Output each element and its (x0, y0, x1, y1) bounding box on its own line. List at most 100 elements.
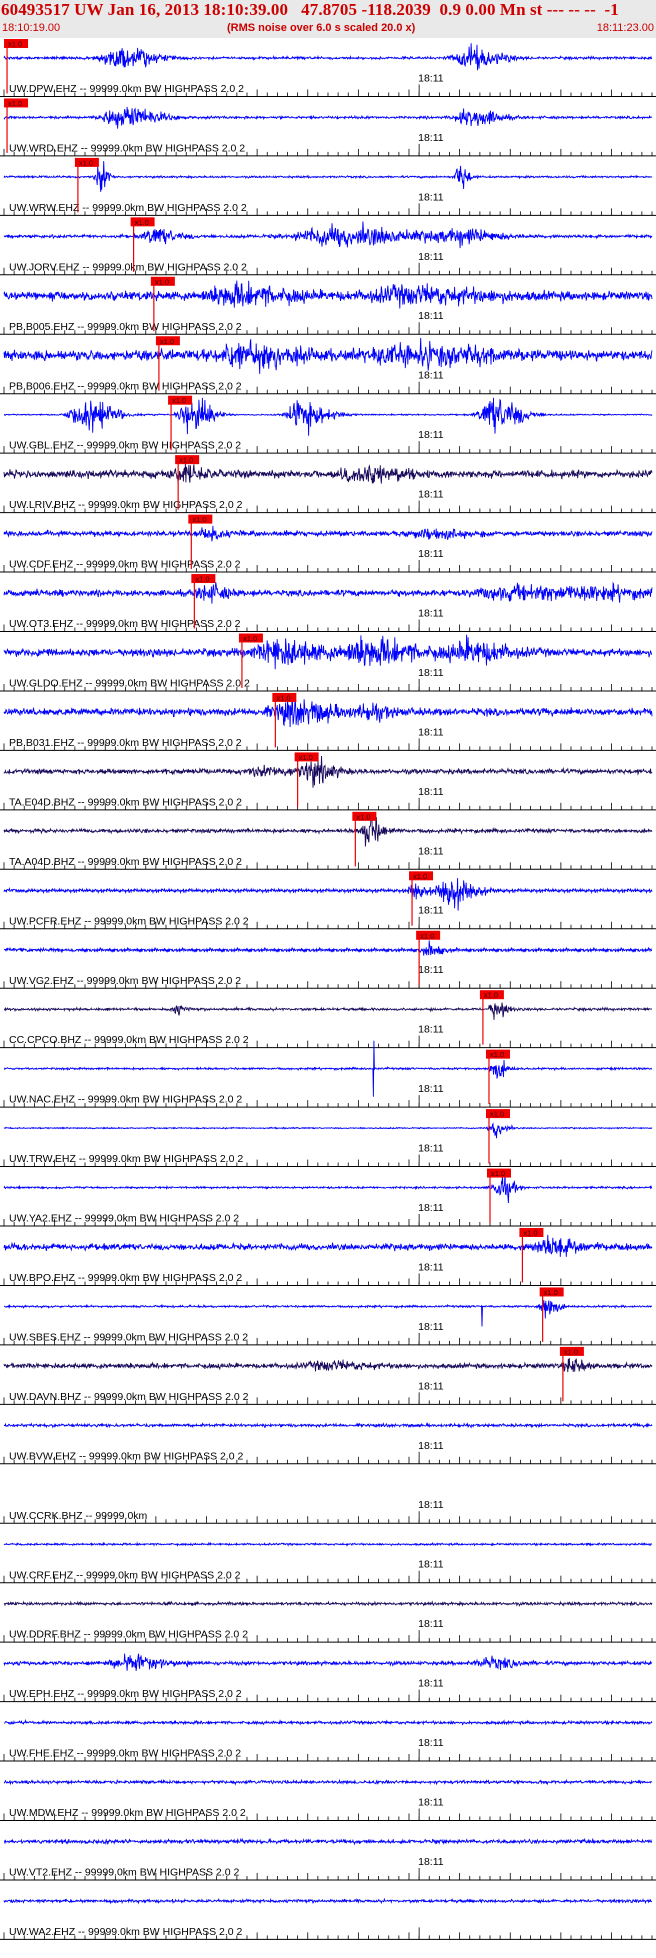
plot-header: 60493517 UW Jan 16, 2013 18:10:39.00 47.… (0, 0, 656, 38)
pick-flag-label: x1.0 (192, 515, 206, 524)
minute-tick-label: 18:11 (418, 1737, 444, 1749)
waveform-trace (3, 1837, 653, 1846)
channel-label: UW.GLDO.EHZ -- 99999.0km BW HIGHPASS 2.0… (9, 678, 250, 690)
waveform-trace (3, 693, 653, 728)
channel-row: 18:11 UW.VT2.EHZ -- 99999.0km BW HIGHPASS… (0, 1837, 656, 1881)
channel-label: UW.VT2.EHZ -- 99999.0km BW HIGHPASS 2.0 … (9, 1867, 239, 1879)
minute-tick-label: 18:11 (418, 1083, 444, 1095)
channel-row: 18:11 UW.MDW.EHZ -- 99999.0km BW HIGHPASS… (0, 1778, 656, 1822)
channel-label: UW.WA2.EHZ -- 99999.0km BW HIGHPASS 2.0 … (9, 1926, 243, 1938)
pick-flag-label: x1.0 (523, 1229, 537, 1238)
pick-flag-label: x1.0 (243, 634, 257, 643)
minute-tick-label: 18:11 (418, 1797, 444, 1809)
channel-row: 18:11 UW.WRW.EHZ -- 99999.0km BW HIGHPASS… (0, 157, 656, 216)
channel-label: UW.CCRK.BHZ -- 99999.0km (9, 1510, 148, 1522)
channel-label: UW.TRW.EHZ -- 99999.0km BW HIGHPASS 2.0 … (9, 1153, 243, 1165)
channel-row: 18:11 TA.A04D.BHZ -- 99999.0km BW HIGHPAS… (0, 811, 656, 870)
minute-tick-label: 18:11 (418, 786, 444, 798)
channel-row: 18:11 UW.WRD.EHZ -- 99999.0km BW HIGHPASS… (0, 98, 656, 157)
pick-flag-label: x1.0 (490, 1110, 504, 1119)
channel-row: 18:11 UW.TRW.EHZ -- 99999.0km BW HIGHPASS… (0, 1109, 656, 1168)
minute-tick-label: 18:11 (418, 905, 444, 917)
channel-label: UW.CRF.EHZ -- 99999.0km BW HIGHPASS 2.0 … (9, 1569, 241, 1581)
channel-label: UW.SBES.EHZ -- 99999.0km BW HIGHPASS 2.0… (9, 1331, 248, 1343)
pick-flag-label: x1.0 (172, 396, 186, 405)
waveform-trace (3, 1897, 653, 1905)
channel-label: UW.GBL.EHZ -- 99999.0km BW HIGHPASS 2.0 … (9, 440, 241, 452)
channel-row: 18:11 UW.PCFR.EHZ -- 99999.0km BW HIGHPAS… (0, 871, 656, 930)
pick-flag-label: x1.0 (79, 158, 93, 167)
waveform-trace (3, 1040, 653, 1097)
channel-row: 18:11 PB.B005.EHZ -- 99999.0km BW HIGHPAS… (0, 276, 656, 335)
channel-label: UW.VG2.EHZ -- 99999.0km BW HIGHPASS 2.0 … (9, 975, 241, 987)
waveform-trace (3, 816, 653, 847)
minute-tick-label: 18:11 (418, 1202, 444, 1214)
minute-tick-label: 18:11 (418, 1559, 444, 1571)
waveform-trace (3, 221, 653, 249)
channel-label: UW.EPH.EHZ -- 99999.0km BW HIGHPASS 2.0 … (9, 1688, 242, 1700)
channel-label: UW.NAC.EHZ -- 99999.0km BW HIGHPASS 2.0 … (9, 1094, 242, 1106)
waveform-trace (3, 43, 653, 71)
minute-tick-label: 18:11 (418, 132, 444, 144)
scaling-subtitle: (RMS noise over 6.0 s scaled 20.0 x) (227, 22, 416, 34)
minute-tick-label: 18:11 (418, 72, 444, 84)
start-time-label: 18:10:19.00 (2, 22, 61, 34)
minute-tick-label: 18:11 (418, 548, 444, 560)
channel-label: PB.B006.EHZ -- 99999.0km BW HIGHPASS 2.0… (9, 380, 242, 392)
channel-row: 18:11 CC.CPCO.BHZ -- 99999.0km BW HIGHPAS… (0, 990, 656, 1049)
pick-flag-label: x1.0 (490, 1050, 504, 1059)
channel-label: UW.WRW.EHZ -- 99999.0km BW HIGHPASS 2.0 … (9, 202, 247, 214)
minute-tick-label: 18:11 (418, 370, 444, 382)
waveform-trace (3, 1653, 653, 1671)
minute-tick-label: 18:11 (418, 1024, 444, 1036)
channel-label: UW.OT3.EHZ -- 99999.0km BW HIGHPASS 2.0 … (9, 618, 241, 630)
channel-row: 18:11 UW.DDRF.BHZ -- 99999.0km BW HIGHPAS… (0, 1600, 656, 1643)
channel-label: UW.BPO.EHZ -- 99999.0km BW HIGHPASS 2.0 … (9, 1272, 242, 1284)
pick-flag-label: x1.0 (544, 1288, 558, 1297)
channel-row: 18:11 UW.LRIV.BHZ -- 99999.0km BW HIGHPAS… (0, 455, 656, 514)
minute-tick-label: 18:11 (418, 667, 444, 679)
channel-label: TA.A04D.BHZ -- 99999.0km BW HIGHPASS 2.0… (9, 856, 242, 868)
pick-flag-label: x1.0 (195, 575, 209, 584)
pick-flag-label: x1.0 (420, 931, 434, 940)
channel-row: 18:11 TA.E04D.BHZ -- 99999.0km BW HIGHPAS… (0, 752, 656, 811)
minute-tick-label: 18:11 (418, 1143, 444, 1155)
pick-flag-label: x1.0 (491, 1169, 505, 1178)
channel-row: 18:11 UW.BPO.EHZ -- 99999.0km BW HIGHPASS… (0, 1228, 656, 1286)
channel-label: PB.B005.EHZ -- 99999.0km BW HIGHPASS 2.0… (9, 321, 242, 333)
waveform-trace (3, 1600, 653, 1608)
channel-label: UW.CDF.EHZ -- 99999.0km BW HIGHPASS 2.0 … (9, 559, 241, 571)
seismogram-panel: 18:11 UW.DPW.EHZ -- 99999.0km BW HIGHPASS… (0, 39, 656, 1940)
channel-row: 18:11 UW.BVW.EHZ -- 99999.0km BW HIGHPASS… (0, 1422, 656, 1465)
minute-tick-label: 18:11 (418, 1618, 444, 1630)
pick-flag-label: x1.0 (484, 991, 498, 1000)
minute-tick-label: 18:11 (418, 1321, 444, 1333)
channel-row: 18:11 UW.VG2.EHZ -- 99999.0km BW HIGHPASS… (0, 930, 656, 989)
waveform-trace (3, 1422, 653, 1429)
channel-row: UW.WA2.EHZ -- 99999.0km BW HIGHPASS 2.0 … (0, 1897, 656, 1940)
pick-flag-label: x1.0 (160, 337, 174, 346)
waveform-trace (3, 1778, 653, 1786)
waveform-trace (3, 755, 653, 788)
channel-label: UW.YA2.EHZ -- 99999.0km BW HIGHPASS 2.0 … (9, 1213, 239, 1225)
channel-row: 18:11 UW.SBES.EHZ -- 99999.0km BW HIGHPAS… (0, 1287, 656, 1346)
channel-label: UW.MDW.EHZ -- 99999.0km BW HIGHPASS 2.0 … (9, 1807, 246, 1819)
waveform-trace (3, 1541, 652, 1547)
channel-row: 18:11 UW.NAC.EHZ -- 99999.0km BW HIGHPASS… (0, 1040, 656, 1108)
channel-label: CC.CPCO.BHZ -- 99999.0km BW HIGHPASS 2.0… (9, 1034, 249, 1046)
pick-flag-label: x1.0 (179, 456, 193, 465)
channel-row: 18:11 UW.OT3.EHZ -- 99999.0km BW HIGHPASS… (0, 574, 656, 632)
minute-tick-label: 18:11 (418, 964, 444, 976)
minute-tick-label: 18:11 (418, 1440, 444, 1452)
channel-label: UW.BVW.EHZ -- 99999.0km BW HIGHPASS 2.0 … (9, 1450, 244, 1462)
channel-label: UW.DPW.EHZ -- 99999.0km BW HIGHPASS 2.0 … (9, 83, 244, 95)
pick-flag-label: x1.0 (155, 277, 169, 286)
minute-tick-label: 18:11 (418, 489, 444, 501)
waveform-trace (3, 1234, 653, 1257)
channel-row: 18:11 UW.EPH.EHZ -- 99999.0km BW HIGHPASS… (0, 1653, 656, 1703)
channel-row: 18:11 UW.DPW.EHZ -- 99999.0km BW HIGHPASS… (0, 39, 656, 97)
waveform-trace (3, 397, 653, 436)
channel-row: 18:11 UW.YA2.EHZ -- 99999.0km BW HIGHPASS… (0, 1168, 656, 1227)
minute-tick-label: 18:11 (418, 726, 444, 738)
channel-row: 18:11 UW.FHE.EHZ -- 99999.0km BW HIGHPASS… (0, 1718, 656, 1762)
